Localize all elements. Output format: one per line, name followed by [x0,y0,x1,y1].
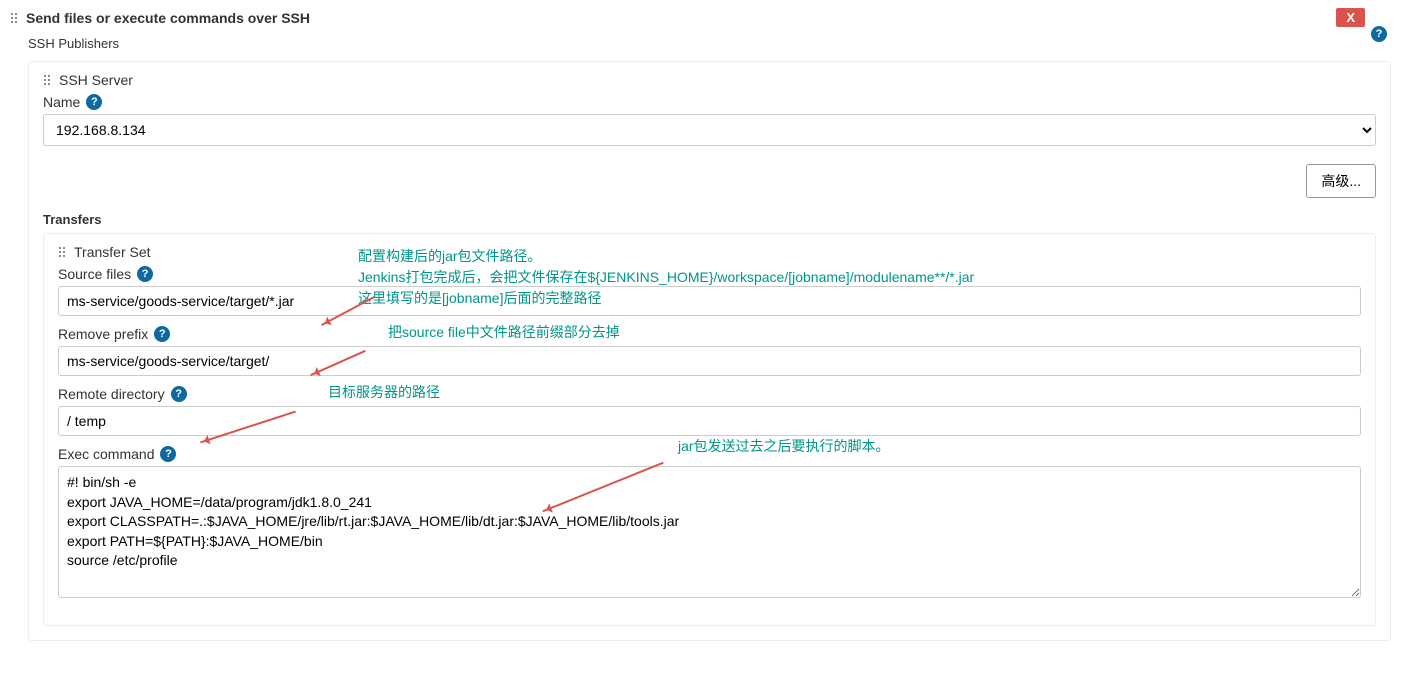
help-icon[interactable]: ? [171,386,187,402]
ssh-server-label: SSH Server [59,72,133,88]
close-button[interactable]: X [1336,8,1365,27]
ssh-publishers-label: SSH Publishers [28,36,1391,51]
drag-handle-icon[interactable] [58,246,68,258]
drag-handle-icon[interactable] [43,74,53,86]
remote-directory-label: Remote directory [58,386,165,402]
exec-command-textarea[interactable] [58,466,1361,598]
help-icon[interactable]: ? [1371,26,1387,42]
server-name-select[interactable]: 192.168.8.134 [43,114,1376,146]
section-title: Send files or execute commands over SSH [26,10,310,26]
remote-directory-input[interactable] [58,406,1361,436]
remove-prefix-label: Remove prefix [58,326,148,342]
source-files-input[interactable] [58,286,1361,316]
help-icon[interactable]: ? [86,94,102,110]
source-files-label: Source files [58,266,131,282]
help-icon[interactable]: ? [137,266,153,282]
help-icon[interactable]: ? [154,326,170,342]
help-icon[interactable]: ? [160,446,176,462]
transfer-block: Transfer Set Source files ? 配置构建后的jar包文件… [43,233,1376,626]
transfers-label: Transfers [43,212,1376,227]
transfer-set-label: Transfer Set [74,244,151,260]
exec-command-label: Exec command [58,446,154,462]
advanced-button[interactable]: 高级... [1306,164,1376,198]
ssh-server-block: SSH Server Name ? 192.168.8.134 高级... Tr… [28,61,1391,641]
remove-prefix-input[interactable] [58,346,1361,376]
name-label: Name [43,94,80,110]
drag-handle-icon[interactable] [10,12,20,24]
